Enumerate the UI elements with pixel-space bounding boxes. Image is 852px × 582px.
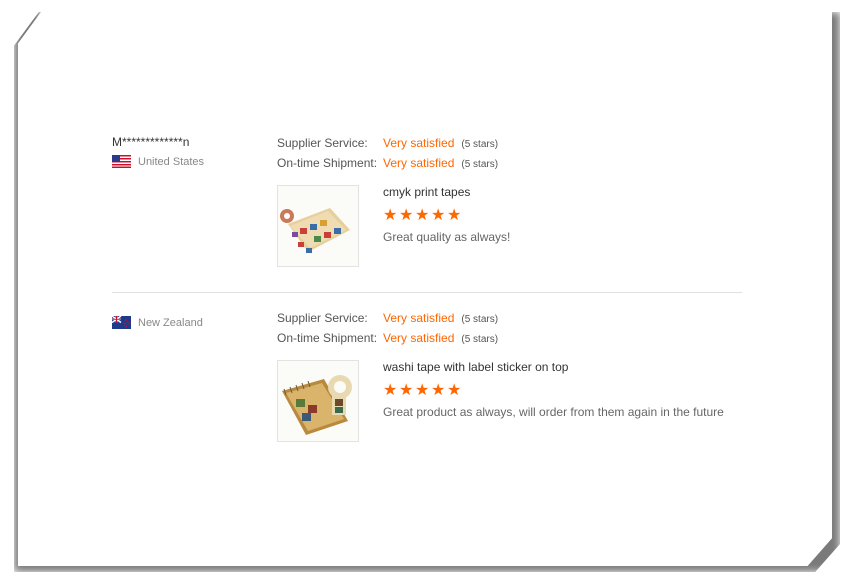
shipment-label: On-time Shipment: [277,331,378,345]
product-thumbnail[interactable] [277,185,359,267]
buyer-info: New Zealand [112,310,272,329]
buyer-info: M*************n United States [112,135,272,168]
product-title[interactable]: washi tape with label sticker on top [383,360,724,374]
supplier-service-row: Supplier Service: Very satisfied (5 star… [277,310,747,330]
star-icon: ★ [399,382,414,399]
review-comment: Great quality as always! [383,230,511,244]
review-details: Supplier Service: Very satisfied (5 star… [277,135,747,267]
supplier-service-value: Very satisfied [383,311,455,325]
shipment-row: On-time Shipment: Very satisfied (5 star… [277,155,747,175]
shipment-row: On-time Shipment: Very satisfied (5 star… [277,330,747,350]
country-name: New Zealand [138,316,203,329]
product-info: washi tape with label sticker on top ★ ★… [277,360,747,442]
rating-stars: ★ ★ ★ ★ ★ [383,383,724,399]
supplier-service-row: Supplier Service: Very satisfied (5 star… [277,135,747,155]
star-icon: ★ [447,207,462,224]
star-icon: ★ [447,382,462,399]
star-icon: ★ [383,382,398,399]
nz-flag-icon [112,316,131,329]
us-flag-icon [112,155,131,168]
country-name: United States [138,155,205,168]
product-title[interactable]: cmyk print tapes [383,185,510,199]
shipment-value: Very satisfied [383,331,455,345]
star-icon: ★ [415,207,430,224]
review-details: Supplier Service: Very satisfied (5 star… [277,310,747,442]
shipment-value: Very satisfied [383,156,455,170]
review-comment: Great product as always, will order from… [383,405,724,419]
supplier-service-label: Supplier Service: [277,136,368,150]
product-info: cmyk print tapes ★ ★ ★ ★ ★ Great quality… [277,185,747,267]
star-icon: ★ [431,382,446,399]
product-review: cmyk print tapes ★ ★ ★ ★ ★ Great quality… [383,185,510,267]
star-icon: ★ [431,207,446,224]
buyer-country: United States [112,155,272,168]
rating-stars: ★ ★ ★ ★ ★ [383,208,510,224]
supplier-service-stars: (5 stars) [461,314,499,325]
supplier-service-value: Very satisfied [383,136,455,150]
star-icon: ★ [399,207,414,224]
buyer-country: New Zealand [112,316,272,329]
review-divider [112,292,742,293]
page-frame [18,10,832,566]
buyer-name: M*************n [112,135,190,149]
star-icon: ★ [383,207,398,224]
shipment-stars: (5 stars) [461,159,499,170]
product-thumbnail[interactable] [277,360,359,442]
shipment-label: On-time Shipment: [277,156,378,170]
star-icon: ★ [415,382,430,399]
supplier-service-label: Supplier Service: [277,311,368,325]
product-review: washi tape with label sticker on top ★ ★… [383,360,724,442]
supplier-service-stars: (5 stars) [461,139,499,150]
shipment-stars: (5 stars) [461,334,499,345]
